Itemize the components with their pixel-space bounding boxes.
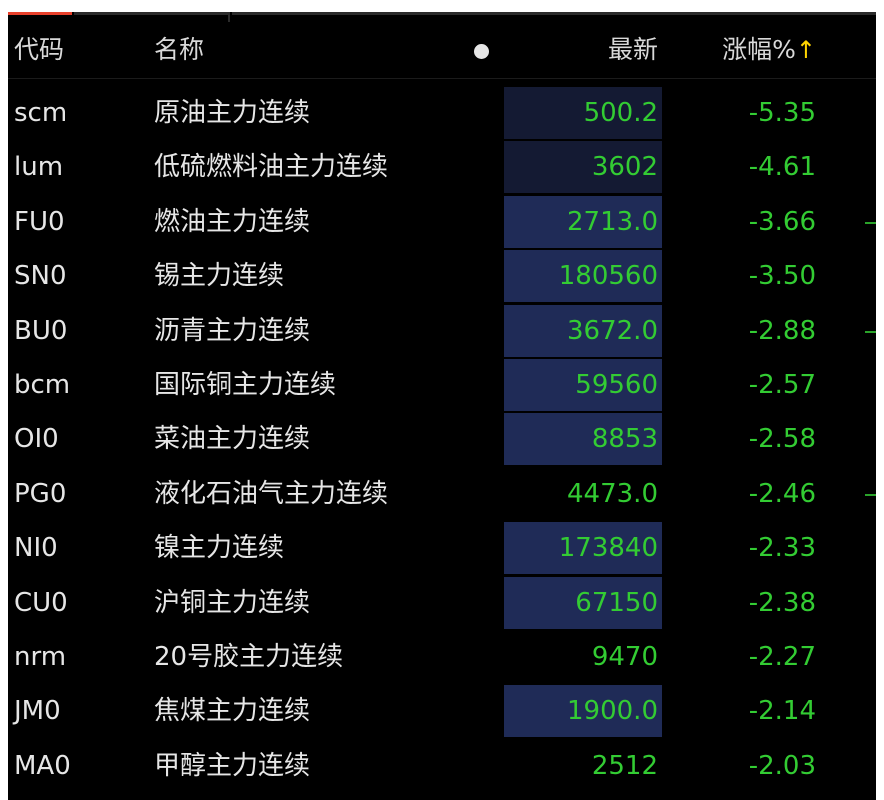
row-code: nrm [14,642,67,672]
table-row[interactable]: PG0 液化石油气主力连续 4473.0 -2.46 [8,467,876,521]
table-row[interactable]: nrm 20号胶主力连续 9470 -2.27 [8,630,876,684]
tab-inactive[interactable] [74,12,230,22]
row-name: 沥青主力连续 [154,315,311,346]
row-code: JM0 [14,696,61,727]
row-name: 低硫燃料油主力连续 [154,152,389,183]
row-last-price: 3602 [591,152,658,183]
row-last-price: 4473.0 [567,478,658,509]
row-code: scm [14,98,68,128]
row-change-percent: -2.38 [748,587,816,618]
row-last-price: 8853 [591,424,658,455]
row-name: 原油主力连续 [154,98,311,128]
row-code: MA0 [14,750,71,781]
row-code: lum [14,152,64,183]
column-header-code[interactable]: 代码 [14,22,64,78]
row-code: BU0 [14,315,68,346]
table-row[interactable]: scm 原油主力连续 500.2 -5.35 [8,86,876,140]
row-last-price: 67150 [575,587,658,618]
table-row[interactable]: BU0 沥青主力连续 3672.0 -2.88 [8,304,876,358]
column-header-last[interactable]: 最新 [608,22,658,78]
row-last-price: 2713.0 [567,206,658,237]
row-change-percent: -2.46 [748,478,816,509]
row-name: 锡主力连续 [154,261,285,292]
column-header-change-label: 涨幅% [722,35,796,64]
truncated-column-mark [865,493,876,496]
row-change-percent: -2.03 [748,750,816,781]
tab-active[interactable] [8,12,72,22]
row-code: OI0 [14,424,59,455]
row-code: PG0 [14,478,67,509]
sort-ascending-icon: ↑ [795,36,816,64]
row-code: CU0 [14,587,68,618]
table-row[interactable]: JM0 焦煤主力连续 1900.0 -2.14 [8,684,876,738]
row-change-percent: -5.35 [748,98,816,128]
row-name: 20号胶主力连续 [154,642,344,672]
row-name: 液化石油气主力连续 [154,478,389,509]
row-code: NI0 [14,533,58,564]
row-change-percent: -2.14 [748,696,816,727]
row-last-price: 500.2 [583,98,658,128]
row-name: 菜油主力连续 [154,424,311,455]
row-code: bcm [14,370,71,400]
row-code: FU0 [14,206,65,237]
row-name: 国际铜主力连续 [154,370,337,400]
row-last-price: 173840 [558,533,658,564]
row-name: 镍主力连续 [154,533,285,564]
row-name: 燃油主力连续 [154,206,311,237]
row-last-price: 9470 [591,642,658,672]
row-code: SN0 [14,261,67,292]
row-name: 焦煤主力连续 [154,696,311,727]
column-header-name[interactable]: 名称 [154,22,204,78]
table-header: 代码 名称 最新 涨幅%↑ [8,22,876,79]
tab-strip [8,12,876,22]
row-last-price: 180560 [558,261,658,292]
status-dot-icon[interactable] [474,44,489,59]
quote-panel: 代码 名称 最新 涨幅%↑ scm 原油主力连续 500.2 -5.35 lum 低硫燃料… [8,12,876,800]
row-change-percent: -2.33 [748,533,816,564]
row-change-percent: -2.27 [748,642,816,672]
table-row[interactable]: lum 低硫燃料油主力连续 3602 -4.61 [8,140,876,194]
row-name: 甲醇主力连续 [154,750,311,781]
row-change-percent: -2.88 [748,315,816,346]
truncated-column-mark [865,221,876,224]
table-row[interactable]: FU0 燃油主力连续 2713.0 -3.66 [8,195,876,249]
tab-strip-rest [232,12,876,22]
table-row[interactable]: NI0 镍主力连续 173840 -2.33 [8,521,876,575]
table-row[interactable]: bcm 国际铜主力连续 59560 -2.57 [8,358,876,412]
row-name: 沪铜主力连续 [154,587,311,618]
row-last-price: 3672.0 [567,315,658,346]
truncated-column-mark [865,330,876,333]
table-row[interactable]: MA0 甲醇主力连续 2512 -2.03 [8,739,876,793]
row-change-percent: -3.66 [748,206,816,237]
row-last-price: 2512 [591,750,658,781]
row-last-price: 59560 [575,370,658,400]
column-header-change[interactable]: 涨幅%↑ [722,22,816,78]
row-last-price: 1900.0 [567,696,658,727]
row-change-percent: -2.57 [748,370,816,400]
row-change-percent: -3.50 [748,261,816,292]
row-change-percent: -4.61 [748,152,816,183]
table-row[interactable]: OI0 菜油主力连续 8853 -2.58 [8,412,876,466]
row-change-percent: -2.58 [748,424,816,455]
table-row[interactable]: SN0 锡主力连续 180560 -3.50 [8,249,876,303]
table-row[interactable]: CU0 沪铜主力连续 67150 -2.38 [8,576,876,630]
